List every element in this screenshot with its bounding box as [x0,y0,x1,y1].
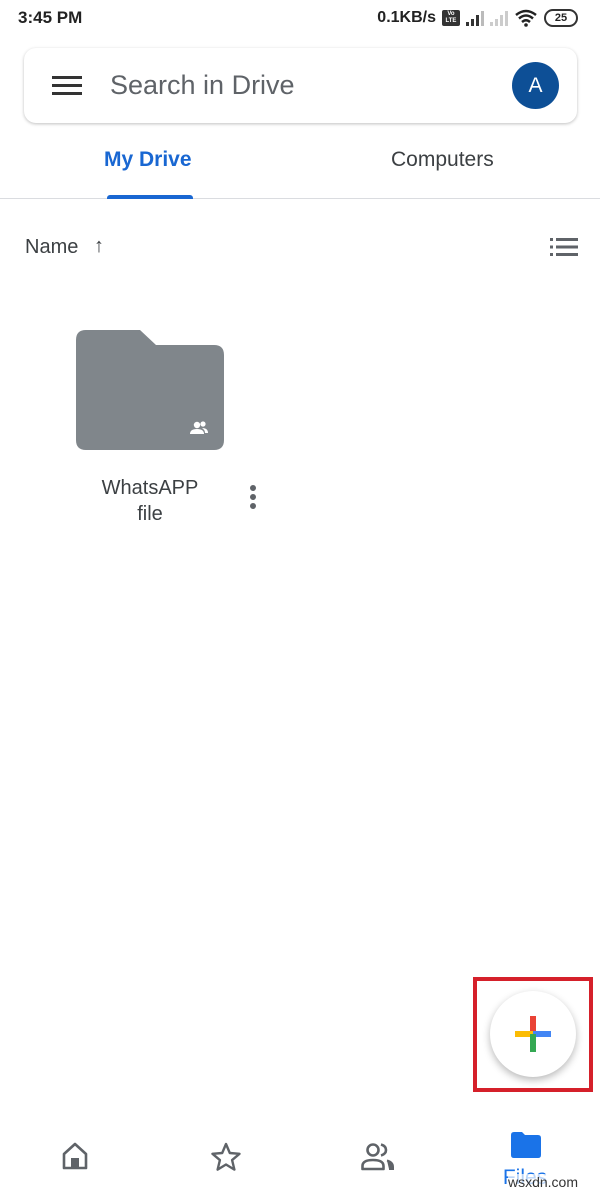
more-options-icon[interactable] [248,485,258,515]
volte-icon: Vo LTE [442,10,460,26]
new-button[interactable] [490,991,576,1077]
sort-by-name-button[interactable]: Name [25,236,78,259]
nav-starred[interactable] [150,1120,300,1200]
search-bar[interactable]: Search in Drive A [24,48,577,123]
plus-icon [515,1016,551,1052]
file-name: WhatsAPP file [101,477,199,525]
search-input[interactable]: Search in Drive [110,70,295,101]
account-avatar[interactable]: A [512,62,559,109]
folder-icon [511,1132,541,1158]
active-tab-indicator [107,195,193,199]
sort-row: Name ↑ [0,232,600,264]
tab-bar: My Drive Computers [0,130,600,199]
status-indicators: 0.1KB/s Vo LTE 25 [377,7,578,29]
wifi-icon [515,9,537,27]
sort-ascending-arrow-icon[interactable]: ↑ [94,235,104,258]
file-item[interactable]: WhatsAPP file [60,320,280,530]
hamburger-menu-icon[interactable] [52,76,82,96]
signal-sim2-icon [490,10,508,26]
shared-icon [361,1143,394,1171]
status-time: 3:45 PM [18,8,83,27]
tab-computers[interactable]: Computers [391,148,494,172]
signal-strength-icon [466,10,484,26]
nav-home[interactable] [0,1120,150,1200]
watermark: wsxdn.com [507,1174,578,1190]
tab-my-drive[interactable]: My Drive [104,148,192,172]
home-icon [62,1142,88,1170]
network-speed: 0.1KB/s [377,9,436,26]
shared-folder-icon [76,330,224,450]
nav-shared[interactable] [300,1120,450,1200]
star-icon [211,1142,241,1171]
status-bar: 3:45 PM 0.1KB/s Vo LTE 25 [0,0,600,38]
battery-indicator: 25 [544,9,578,27]
list-view-icon[interactable] [550,238,578,256]
